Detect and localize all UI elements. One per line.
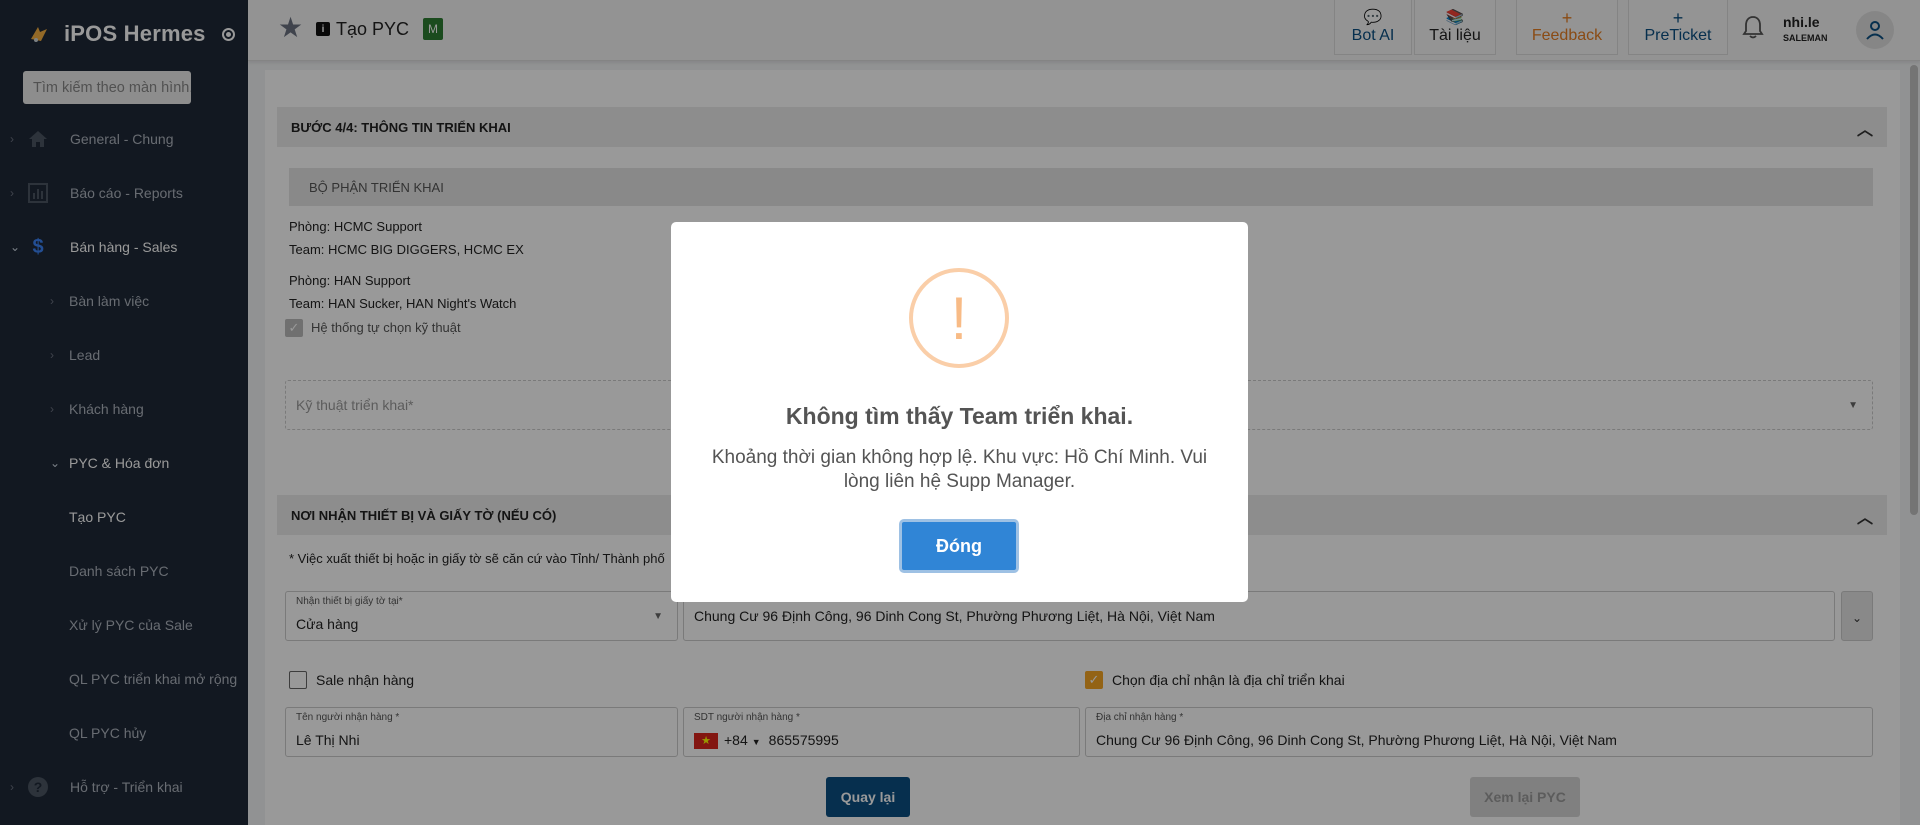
modal-message: Khoảng thời gian không hợp lệ. Khu vực: … <box>711 447 1208 492</box>
warning-icon: ! <box>909 268 1009 368</box>
close-button[interactable]: Đóng <box>899 519 1019 573</box>
modal-title: Không tìm thấy Team triển khai. <box>785 403 1134 429</box>
alert-modal: ! Không tìm thấy Team triển khai. Khoảng… <box>671 222 1248 602</box>
